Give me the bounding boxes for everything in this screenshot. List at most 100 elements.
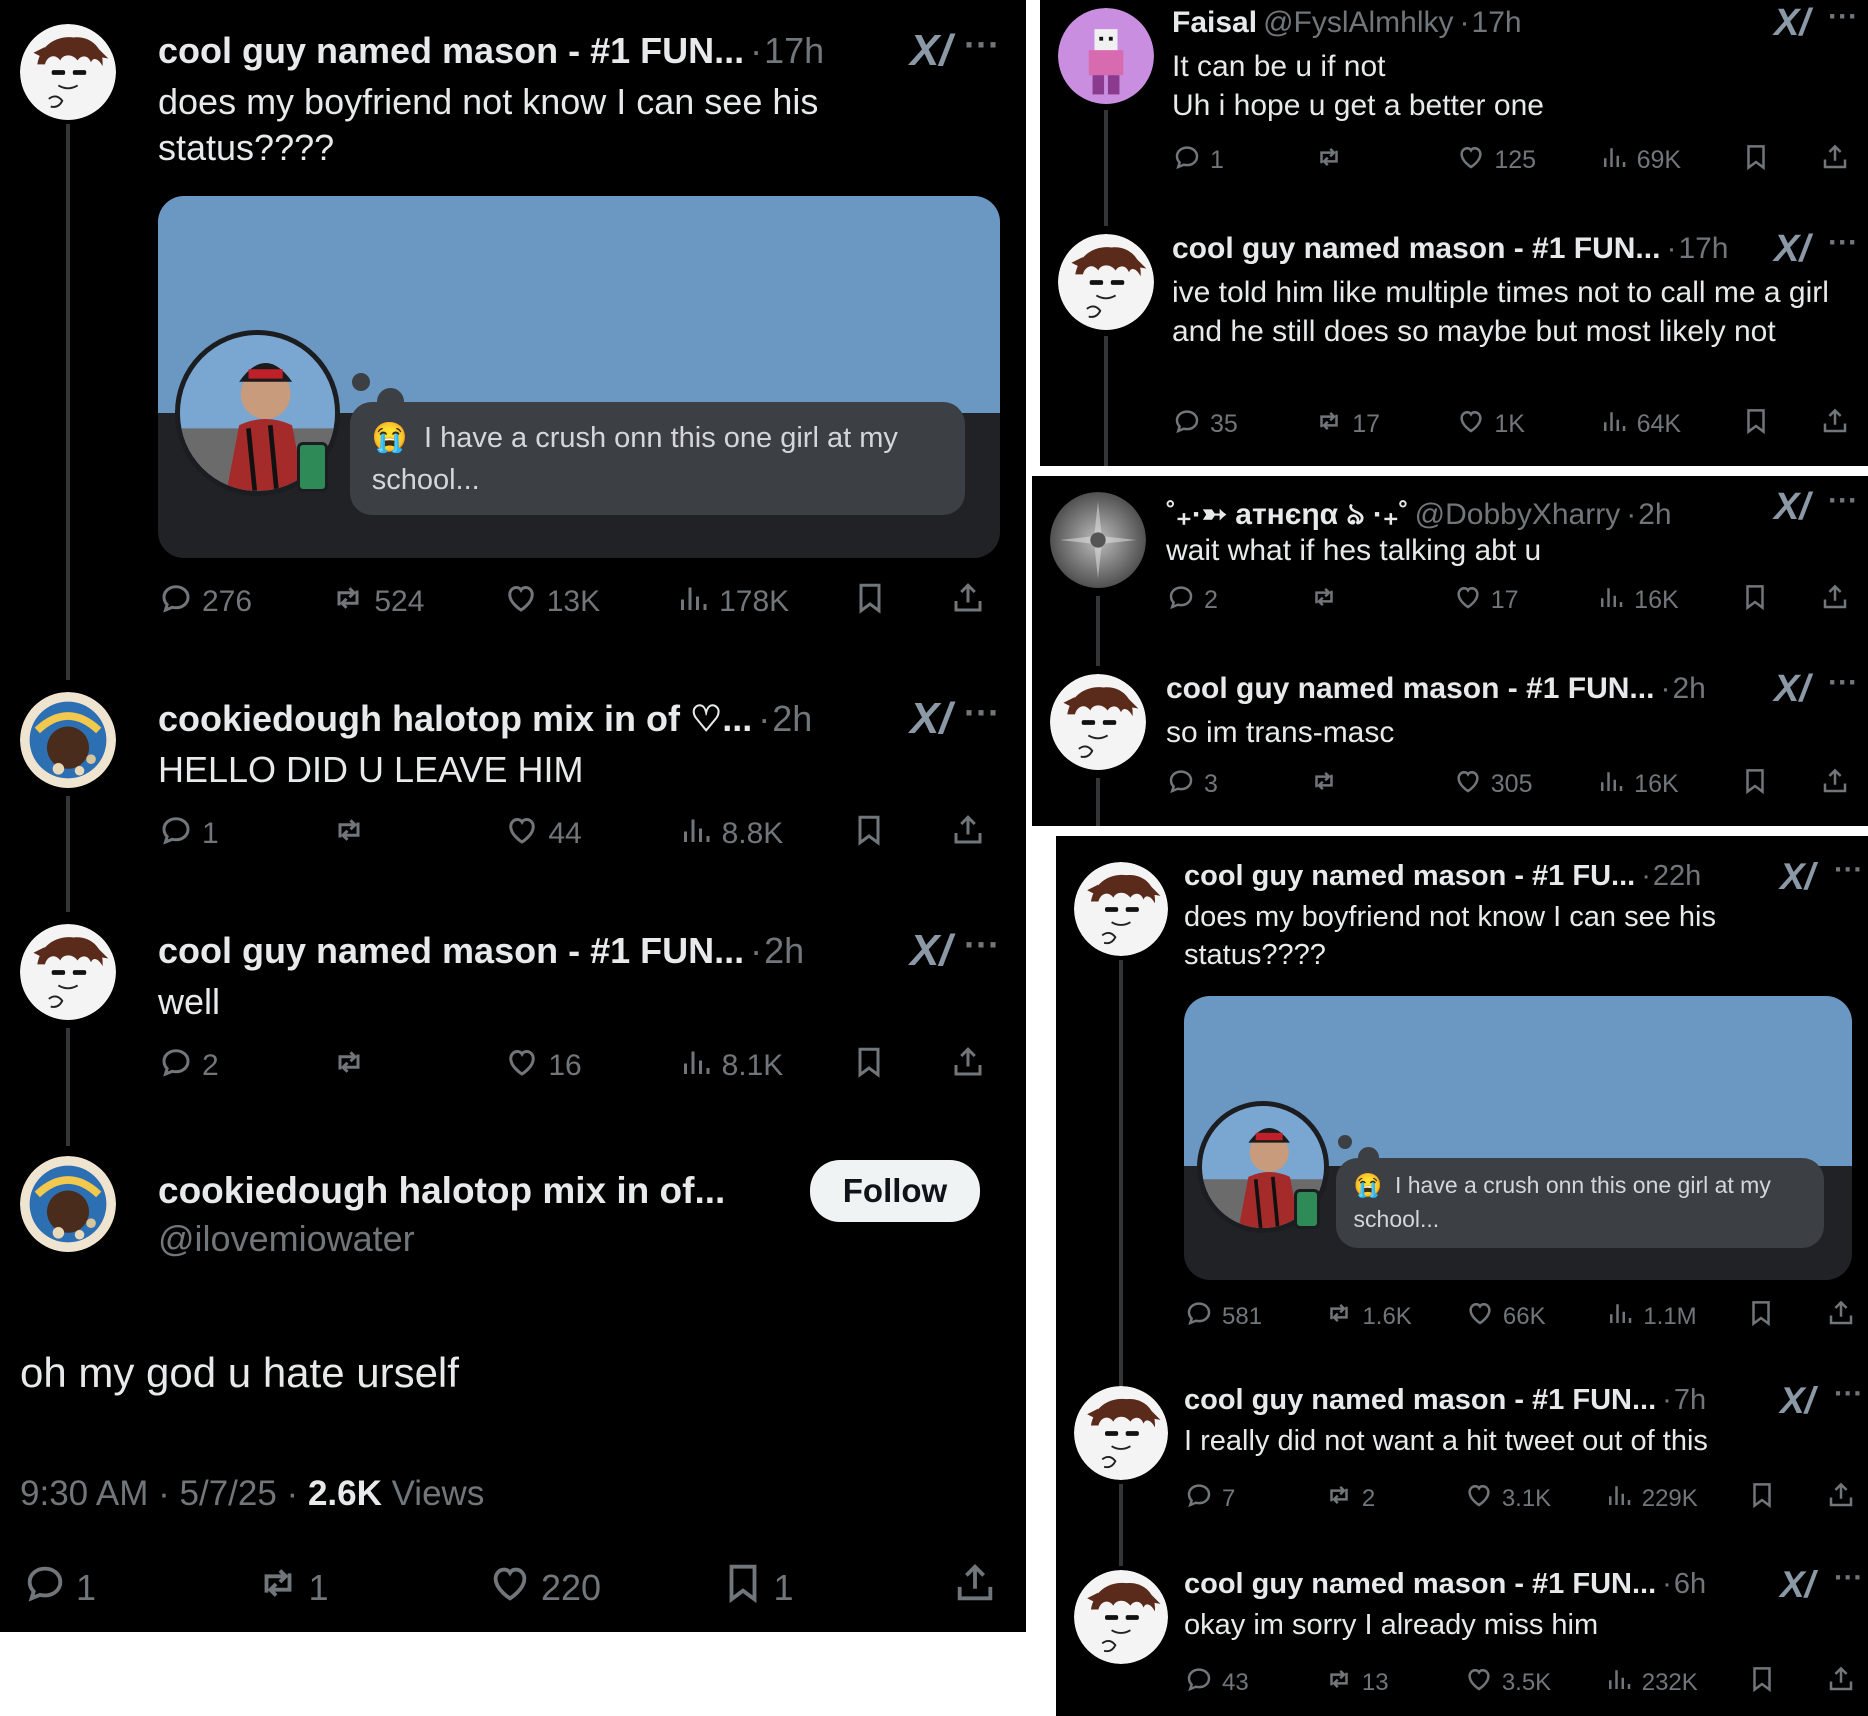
right-screenshot-1: Faisal @FyslAlmhlky · 17h X/··· It can be u i… bbox=[1040, 0, 1868, 466]
grok-icon[interactable]: X/ bbox=[1774, 668, 1810, 711]
like-button[interactable]: 220 bbox=[487, 1560, 611, 1615]
share-icon bbox=[1820, 406, 1850, 443]
tweet-header: cool guy named mason - #1 FUN... · 17h bbox=[1172, 232, 1729, 266]
right-screenshot-3: cool guy named mason - #1 FU... · 22h X/···… bbox=[1056, 836, 1868, 1716]
heart-icon bbox=[1456, 406, 1486, 443]
display-name[interactable]: cookiedough halotop mix in of... bbox=[158, 1170, 725, 1212]
tweet-header: cool guy named mason - #1 FUN... · 2h bbox=[1166, 672, 1706, 706]
avatar[interactable] bbox=[1050, 674, 1146, 770]
bookmark-button[interactable] bbox=[1741, 406, 1771, 443]
repost-button[interactable] bbox=[1309, 766, 1402, 803]
count: 43 bbox=[1222, 1668, 1249, 1696]
repost-icon bbox=[1324, 1664, 1354, 1701]
tweet[interactable]: cool guy named mason - #1 FUN... · 6h X/···… bbox=[1056, 836, 1868, 1716]
separator: · bbox=[1662, 1568, 1672, 1600]
grok-icon[interactable]: X/ bbox=[1774, 228, 1810, 271]
reply-button[interactable]: 3 bbox=[1166, 766, 1259, 803]
count: 35 bbox=[1210, 410, 1238, 438]
share-icon bbox=[952, 1560, 998, 1615]
timestamp[interactable]: 2h bbox=[1672, 672, 1705, 706]
tweet-header: cool guy named mason - #1 FUN... · 6h bbox=[1184, 1568, 1706, 1601]
thread-line bbox=[1096, 778, 1100, 826]
views-icon bbox=[1599, 406, 1629, 443]
bookmark-icon bbox=[720, 1560, 766, 1615]
separator: · bbox=[1666, 232, 1677, 265]
reply-button[interactable]: 43 bbox=[1184, 1664, 1275, 1701]
share-icon bbox=[1826, 1664, 1856, 1701]
repost-icon bbox=[1314, 406, 1344, 443]
tweet-actions: 1 1 220 1 bbox=[22, 1560, 998, 1615]
tweet-actions: 43 13 3.5K 232K bbox=[1184, 1664, 1856, 1701]
display-name[interactable]: cool guy named mason - #1 FUN... bbox=[1172, 232, 1660, 266]
heart-icon bbox=[1464, 1664, 1494, 1701]
views-button[interactable]: 16K bbox=[1596, 766, 1689, 803]
tweet[interactable]: cool guy named mason - #1 FUN... · 17h X/··… bbox=[1040, 0, 1868, 466]
count: 3 bbox=[1204, 770, 1218, 798]
tweet-text: so im trans-masc bbox=[1166, 715, 1395, 749]
views-icon bbox=[1604, 1664, 1634, 1701]
like-button[interactable]: 305 bbox=[1453, 766, 1546, 803]
timestamp[interactable]: 17h bbox=[1678, 232, 1728, 266]
main-tweet[interactable]: cookiedough halotop mix in of... @ilovemi… bbox=[0, 0, 1026, 1632]
reply-icon bbox=[22, 1560, 68, 1615]
views-icon bbox=[1596, 766, 1626, 803]
count: 3.5K bbox=[1501, 1668, 1552, 1696]
bookmark-icon bbox=[1747, 1664, 1777, 1701]
timestamp[interactable]: 6h bbox=[1674, 1568, 1706, 1601]
share-button[interactable] bbox=[1820, 766, 1850, 803]
more-options-icon[interactable]: ··· bbox=[1828, 666, 1858, 700]
more-options-icon[interactable]: ··· bbox=[1834, 1562, 1863, 1595]
views-button[interactable]: 64K bbox=[1599, 406, 1692, 443]
bookmark-button[interactable]: 1 bbox=[720, 1560, 844, 1615]
share-button[interactable] bbox=[1820, 406, 1850, 443]
repost-button[interactable]: 1 bbox=[255, 1560, 379, 1615]
repost-icon bbox=[1309, 766, 1339, 803]
reply-icon bbox=[1172, 406, 1202, 443]
handle[interactable]: @ilovemiowater bbox=[158, 1218, 415, 1260]
reply-icon bbox=[1184, 1664, 1214, 1701]
count: 64K bbox=[1636, 410, 1682, 438]
count: 305 bbox=[1490, 770, 1533, 798]
bookmark-button[interactable] bbox=[1747, 1664, 1777, 1701]
grok-icon[interactable]: X/ bbox=[1780, 1564, 1815, 1606]
heart-icon bbox=[1453, 766, 1483, 803]
tweet-actions: 35 17 1K 64K bbox=[1172, 406, 1850, 443]
avatar[interactable] bbox=[20, 1156, 116, 1252]
count: 17 bbox=[1352, 410, 1380, 438]
views-label: Views bbox=[381, 1474, 485, 1513]
follow-button[interactable]: Follow bbox=[810, 1160, 980, 1222]
avatar[interactable] bbox=[1074, 1570, 1168, 1664]
tweet-text: ive told him like multiple times not to … bbox=[1172, 275, 1829, 348]
count: 220 bbox=[541, 1566, 602, 1608]
tweet[interactable]: cool guy named mason - #1 FUN... · 2h X/···… bbox=[1032, 476, 1868, 826]
avatar[interactable] bbox=[1058, 234, 1154, 330]
thread-line bbox=[1104, 336, 1108, 466]
repost-button[interactable]: 17 bbox=[1314, 406, 1407, 443]
repost-button[interactable]: 13 bbox=[1324, 1664, 1415, 1701]
count: 232K bbox=[1641, 1668, 1698, 1696]
count: 1 bbox=[308, 1566, 329, 1608]
bookmark-button[interactable] bbox=[1740, 766, 1770, 803]
post-time: 9:30 AM · 5/7/25 · bbox=[20, 1474, 308, 1513]
share-button[interactable] bbox=[952, 1560, 998, 1615]
count: 13 bbox=[1361, 1668, 1389, 1696]
reply-button[interactable]: 35 bbox=[1172, 406, 1265, 443]
views-button[interactable]: 232K bbox=[1604, 1664, 1698, 1701]
like-button[interactable]: 3.5K bbox=[1464, 1664, 1555, 1701]
reply-button[interactable]: 1 bbox=[22, 1560, 146, 1615]
right-screenshot-2: ˚₊·➳ атнєηα ঌ ·₊˚ @DobbyXharry · 2h X/··· wai… bbox=[1032, 476, 1868, 826]
post-timestamp[interactable]: 9:30 AM · 5/7/25 · 2.6K Views bbox=[20, 1474, 484, 1514]
tweet-actions: 3 305 16K bbox=[1166, 766, 1850, 803]
like-button[interactable]: 1K bbox=[1456, 406, 1549, 443]
repost-icon bbox=[255, 1560, 301, 1615]
views-count: 2.6K bbox=[307, 1474, 382, 1513]
display-name[interactable]: cool guy named mason - #1 FUN... bbox=[1166, 672, 1654, 706]
more-options-icon[interactable]: ··· bbox=[1828, 226, 1858, 260]
display-name[interactable]: cool guy named mason - #1 FUN... bbox=[1184, 1568, 1656, 1601]
separator: · bbox=[1660, 672, 1671, 705]
count: 1 bbox=[76, 1566, 97, 1608]
reply-icon bbox=[1166, 766, 1196, 803]
bookmark-icon bbox=[1740, 766, 1770, 803]
tweet-text: okay im sorry I already miss him bbox=[1184, 1609, 1599, 1642]
share-button[interactable] bbox=[1826, 1664, 1856, 1701]
